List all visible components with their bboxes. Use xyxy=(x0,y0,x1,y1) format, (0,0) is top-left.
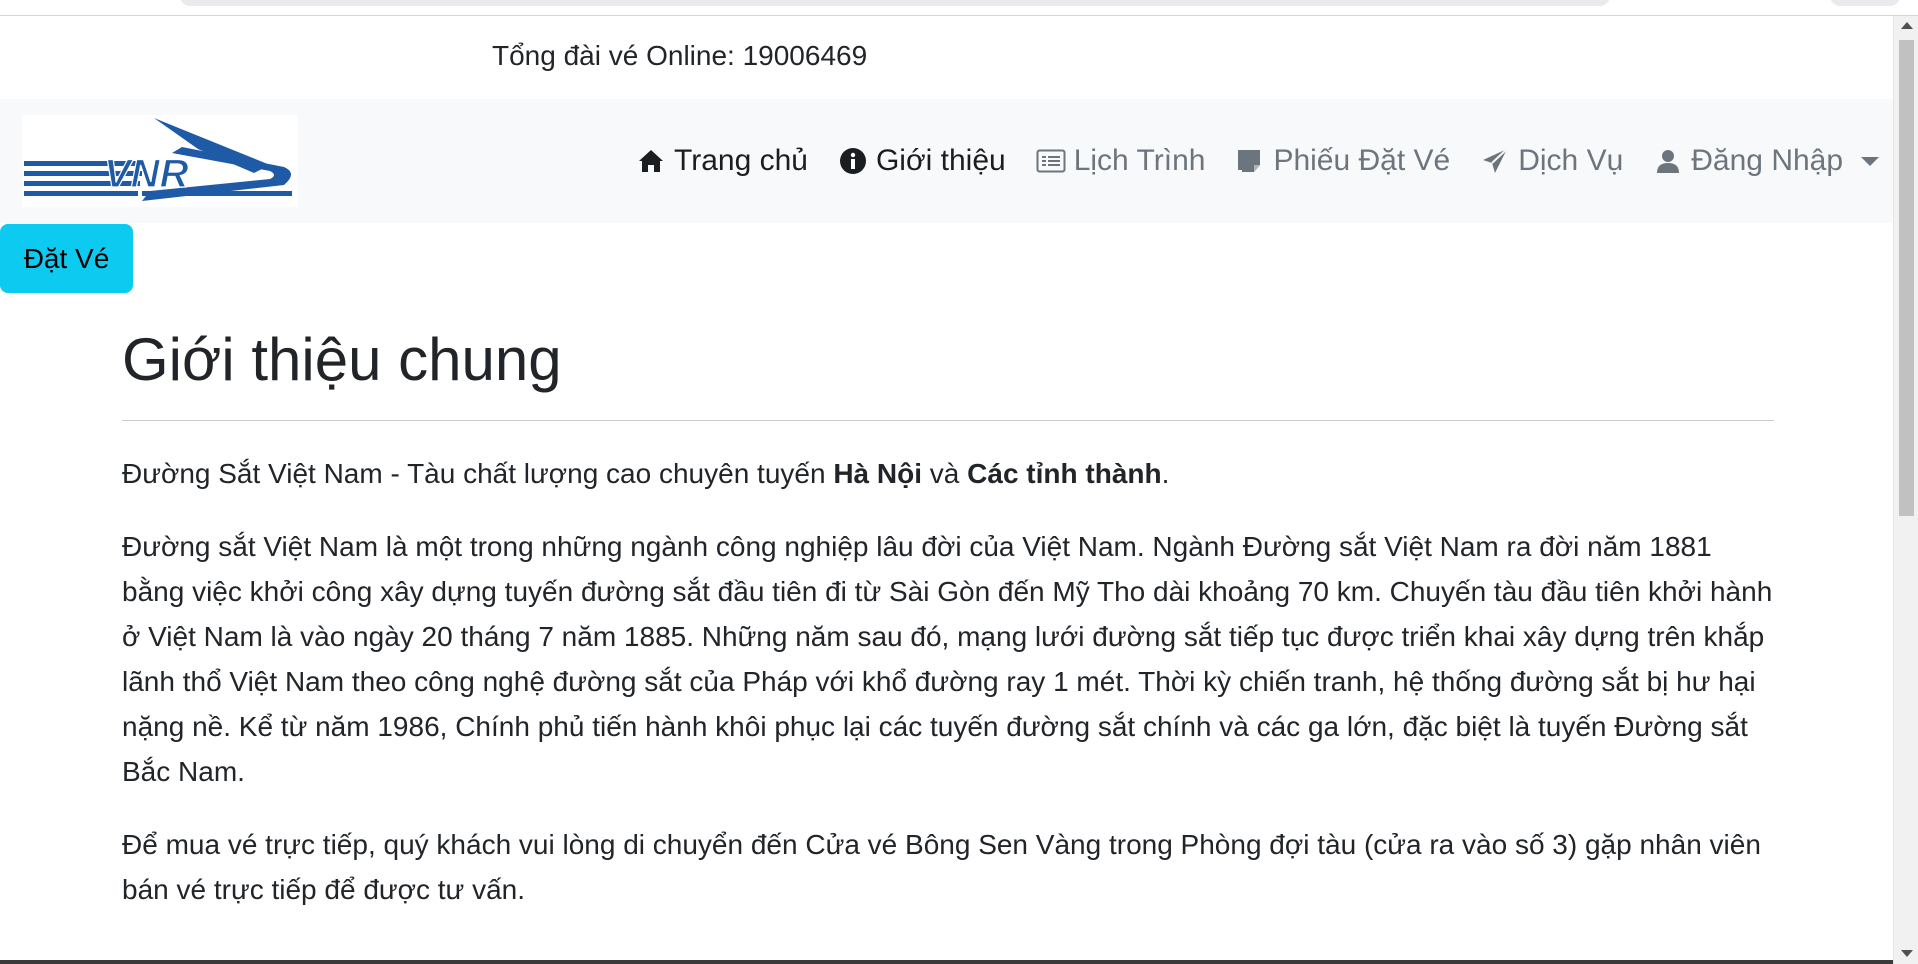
nav-login-label: Đăng Nhập xyxy=(1691,144,1844,177)
history-paragraph: Đường sắt Việt Nam là một trong những ng… xyxy=(122,531,1773,787)
lead-suffix: . xyxy=(1161,458,1170,489)
paper-plane-icon xyxy=(1480,146,1510,176)
address-bar[interactable] xyxy=(180,0,1610,6)
vnr-logo[interactable]: VNR xyxy=(22,115,298,207)
hotline-text: Tổng đài vé Online: 19006469 xyxy=(492,40,868,71)
nav-home-label: Trang chủ xyxy=(674,144,808,177)
main-navbar: VNR Trang chủ Giới thiệu Lịch Trình Phiế… xyxy=(0,99,1893,223)
info-circle-icon xyxy=(838,146,868,176)
nav-login-dropdown[interactable]: Đăng Nhập xyxy=(1653,144,1880,178)
nav-menu: Trang chủ Giới thiệu Lịch Trình Phiếu Đặ… xyxy=(636,99,1909,223)
nav-ticket[interactable]: Phiếu Đặt Vé xyxy=(1235,144,1450,178)
vnr-logo-icon: VNR xyxy=(24,118,292,201)
nav-ticket-label: Phiếu Đặt Vé xyxy=(1273,144,1451,177)
window-bottom-edge xyxy=(0,960,1893,964)
lead-paragraph: Đường Sắt Việt Nam - Tàu chất lượng cao … xyxy=(122,451,1774,496)
lead-middle: và xyxy=(922,458,968,489)
nav-services-label: Dịch Vụ xyxy=(1518,144,1624,177)
nav-home[interactable]: Trang chủ xyxy=(636,144,808,178)
title-divider xyxy=(122,420,1774,421)
main-content: Giới thiệu chung Đường Sắt Việt Nam - Tà… xyxy=(122,320,1774,912)
scroll-up-icon[interactable] xyxy=(1901,22,1913,29)
list-card-icon xyxy=(1036,146,1066,176)
page-title: Giới thiệu chung xyxy=(122,326,562,393)
logo-wordmark: VNR xyxy=(104,152,189,196)
nav-about[interactable]: Giới thiệu xyxy=(838,144,1006,178)
home-icon xyxy=(636,146,666,176)
nav-schedule-label: Lịch Trình xyxy=(1073,144,1206,177)
vertical-scrollbar[interactable] xyxy=(1893,16,1918,964)
lead-hanoi: Hà Nội xyxy=(833,458,923,489)
chevron-down-icon xyxy=(1861,156,1880,166)
browser-toolbar-edge xyxy=(0,0,1918,16)
scroll-down-icon[interactable] xyxy=(1901,950,1913,957)
browser-extension-area[interactable] xyxy=(1830,0,1900,6)
user-icon xyxy=(1653,146,1683,176)
nav-about-label: Giới thiệu xyxy=(875,144,1006,177)
lead-prefix: Đường Sắt Việt Nam - Tàu chất lượng cao … xyxy=(122,458,834,489)
nav-schedule[interactable]: Lịch Trình xyxy=(1036,144,1206,178)
nav-services[interactable]: Dịch Vụ xyxy=(1480,144,1623,178)
book-ticket-button[interactable]: Đặt Vé xyxy=(0,224,133,293)
ticket-note-icon xyxy=(1235,146,1265,176)
scrollbar-thumb[interactable] xyxy=(1899,40,1914,516)
lead-provinces: Các tỉnh thành xyxy=(967,458,1162,489)
purchase-note-paragraph: Để mua vé trực tiếp, quý khách vui lòng … xyxy=(122,829,1761,905)
